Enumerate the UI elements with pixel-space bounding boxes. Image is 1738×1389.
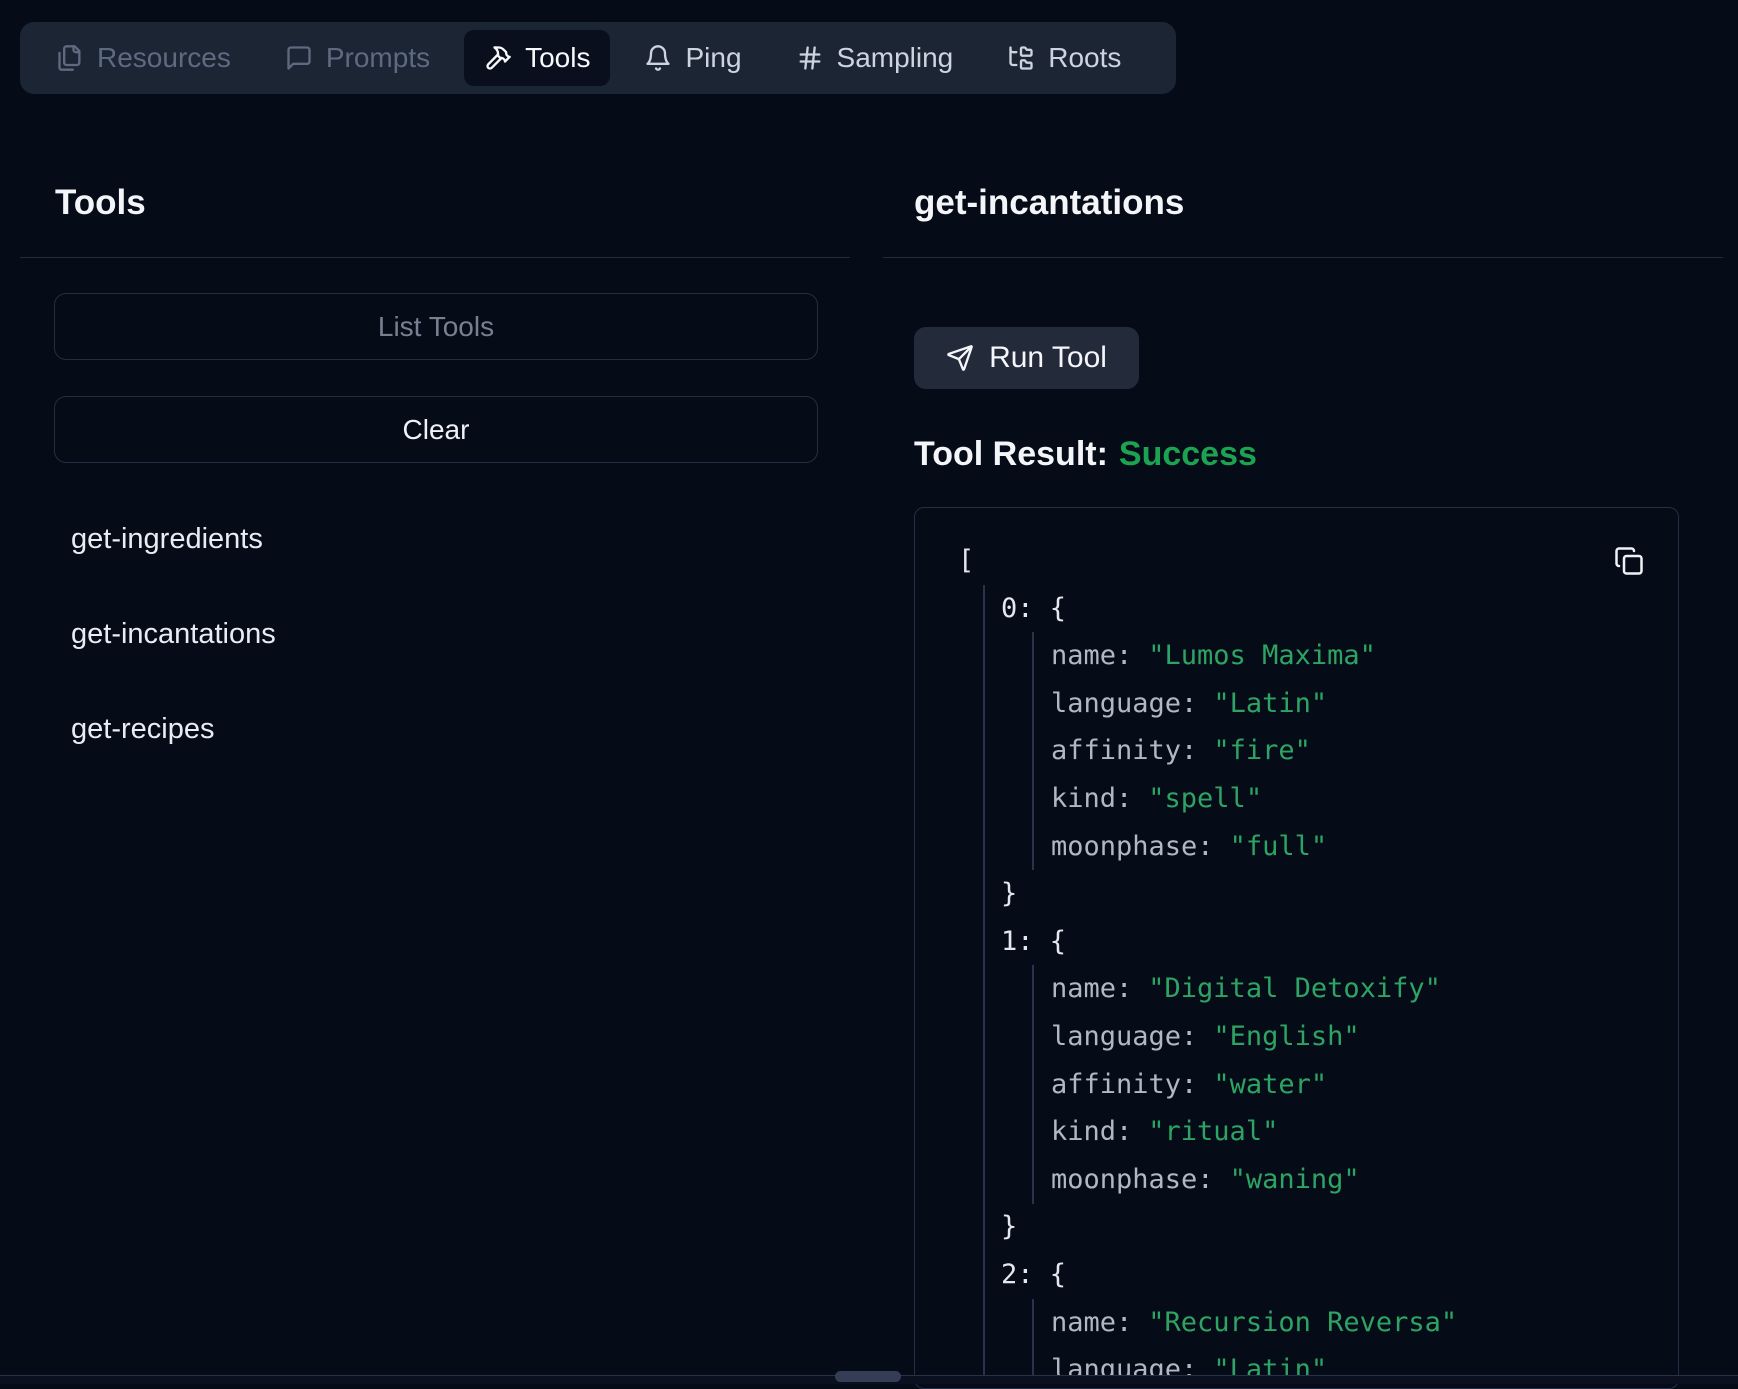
right-panel-divider: [883, 257, 1723, 258]
tab-bar: Resources Prompts Tools Ping Sampling Ro…: [20, 22, 1176, 94]
json-line: 2: {: [915, 1251, 1678, 1299]
json-line: moonphase:"full": [915, 823, 1678, 871]
tab-resources[interactable]: Resources: [36, 30, 251, 86]
json-line: name:"Digital Detoxify": [915, 965, 1678, 1013]
message-icon: [285, 44, 313, 72]
json-line: }: [915, 1203, 1678, 1251]
tool-result-json-panel: [ 0: { name:"Lumos Maxima" language:"Lat…: [914, 507, 1679, 1389]
json-line: moonphase:"waning": [915, 1156, 1678, 1204]
tool-result-label: Tool Result:: [914, 435, 1108, 473]
tab-sampling[interactable]: Sampling: [776, 30, 974, 86]
tab-ping[interactable]: Ping: [624, 30, 761, 86]
copy-icon: [1614, 546, 1644, 576]
tab-roots[interactable]: Roots: [987, 30, 1141, 86]
list-tools-button[interactable]: List Tools: [54, 293, 818, 360]
hash-icon: [796, 44, 824, 72]
json-line: [: [915, 537, 1678, 585]
run-tool-button[interactable]: Run Tool: [914, 327, 1139, 389]
json-line: name:"Lumos Maxima": [915, 632, 1678, 680]
tab-tools[interactable]: Tools: [464, 30, 610, 86]
tab-label: Roots: [1048, 42, 1121, 74]
json-line: name:"Recursion Reversa": [915, 1299, 1678, 1347]
json-line: }: [915, 870, 1678, 918]
json-tree: [ 0: { name:"Lumos Maxima" language:"Lat…: [915, 537, 1678, 1389]
json-line: kind:"spell": [915, 775, 1678, 823]
tab-label: Tools: [525, 42, 590, 74]
tool-list-item-get-ingredients[interactable]: get-ingredients: [71, 523, 263, 556]
tab-label: Prompts: [326, 42, 430, 74]
send-icon: [946, 344, 974, 372]
folder-tree-icon: [1007, 44, 1035, 72]
tool-result-line: Tool Result: Success: [914, 435, 1257, 474]
tool-result-status: Success: [1119, 435, 1257, 473]
json-line: 0: {: [915, 585, 1678, 633]
json-line: 1: {: [915, 918, 1678, 966]
tools-panel-title: Tools: [55, 183, 146, 223]
copy-button[interactable]: [1614, 545, 1646, 577]
json-line: language:"Latin": [915, 680, 1678, 728]
hammer-icon: [484, 44, 512, 72]
tab-label: Resources: [97, 42, 231, 74]
tab-label: Ping: [685, 42, 741, 74]
clear-button[interactable]: Clear: [54, 396, 818, 463]
json-line: affinity:"fire": [915, 727, 1678, 775]
json-line: affinity:"water": [915, 1061, 1678, 1109]
json-line: language:"English": [915, 1013, 1678, 1061]
horizontal-scrollbar-thumb[interactable]: [835, 1371, 901, 1382]
tool-list-item-get-recipes[interactable]: get-recipes: [71, 713, 214, 746]
tab-label: Sampling: [837, 42, 954, 74]
left-panel-divider: [20, 257, 850, 258]
json-line: kind:"ritual": [915, 1108, 1678, 1156]
run-tool-label: Run Tool: [989, 341, 1107, 375]
bell-icon: [644, 44, 672, 72]
tool-list-item-get-incantations[interactable]: get-incantations: [71, 618, 276, 651]
tab-prompts[interactable]: Prompts: [265, 30, 450, 86]
files-icon: [56, 44, 84, 72]
selected-tool-title: get-incantations: [914, 183, 1184, 223]
